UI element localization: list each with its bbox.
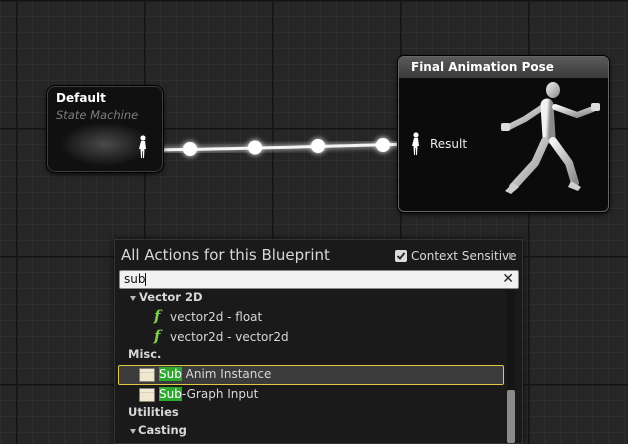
function-icon: f (154, 327, 161, 345)
context-sensitive-label[interactable]: Context Sensitive (411, 249, 517, 263)
scrollbar-thumb[interactable] (507, 390, 515, 443)
search-match: Sub (159, 367, 182, 381)
wire-bubble (183, 142, 197, 156)
node-title: Default (56, 91, 106, 105)
node-icon (139, 368, 155, 382)
node-header: Final Animation Pose (399, 57, 608, 78)
collapse-triangle-icon[interactable] (130, 296, 136, 301)
node-icon (139, 388, 155, 402)
chevron-right-icon[interactable] (509, 252, 514, 260)
action-list: Vector 2D f vector2d - float f vector2d … (115, 290, 522, 443)
person-pin-icon[interactable] (411, 132, 421, 160)
wire-bubble (311, 139, 325, 153)
search-match: Sub (159, 387, 182, 401)
node-title: Final Animation Pose (411, 60, 554, 74)
list-item-selected[interactable]: Sub Anim Instance (118, 365, 504, 385)
close-icon[interactable]: ✕ (502, 271, 514, 287)
final-animation-pose-node[interactable]: Final Animation Pose Result (398, 56, 609, 212)
check-icon (396, 252, 406, 260)
action-menu: All Actions for this Blueprint Context S… (114, 239, 523, 444)
collapse-triangle-icon[interactable] (130, 429, 136, 434)
state-machine-node[interactable]: Default State Machine (47, 86, 163, 172)
function-icon: f (154, 307, 161, 325)
person-pin-icon[interactable] (138, 135, 148, 163)
context-sensitive-checkbox[interactable] (395, 250, 407, 262)
menu-heading: All Actions for this Blueprint (121, 246, 330, 264)
running-mannequin-icon (495, 79, 603, 211)
text-caret (145, 273, 146, 286)
wire-bubble (248, 140, 262, 155)
wire-bubble (376, 138, 390, 152)
list-item[interactable]: f vector2d - vector2d (153, 327, 453, 349)
list-item[interactable]: f vector2d - float (153, 307, 453, 329)
node-subtitle: State Machine (56, 108, 139, 122)
list-item[interactable]: Sub-Graph Input (137, 386, 437, 406)
result-pin-label: Result (430, 137, 468, 151)
search-input[interactable]: sub ✕ (119, 270, 519, 289)
search-value[interactable]: sub (124, 272, 145, 286)
scrollbar[interactable] (507, 290, 515, 443)
